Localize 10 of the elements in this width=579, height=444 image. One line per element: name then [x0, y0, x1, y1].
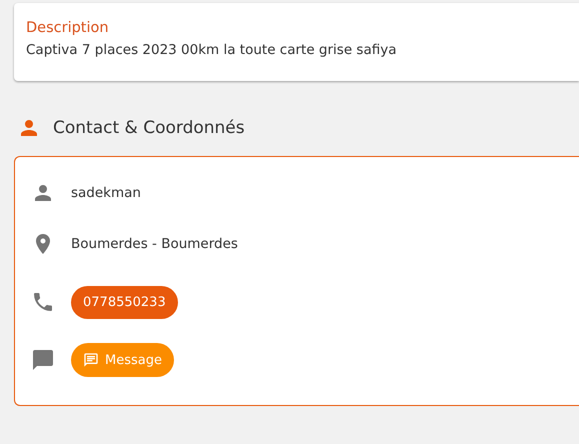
description-label: Description	[26, 20, 110, 36]
phone-icon	[31, 290, 55, 314]
message-button[interactable]: Message	[71, 343, 174, 377]
description-text: Captiva 7 places 2023 00km la toute carte grise safiya	[26, 42, 398, 58]
section-title: Contact & Coordonnés	[53, 118, 245, 138]
seller-name: sadekman	[71, 185, 141, 201]
message-icon	[83, 352, 99, 368]
location-text: Boumerdes - Boumerdes	[71, 236, 238, 252]
chat-bubble-icon	[31, 348, 55, 372]
phone-button[interactable]: 0778550233	[71, 286, 178, 318]
